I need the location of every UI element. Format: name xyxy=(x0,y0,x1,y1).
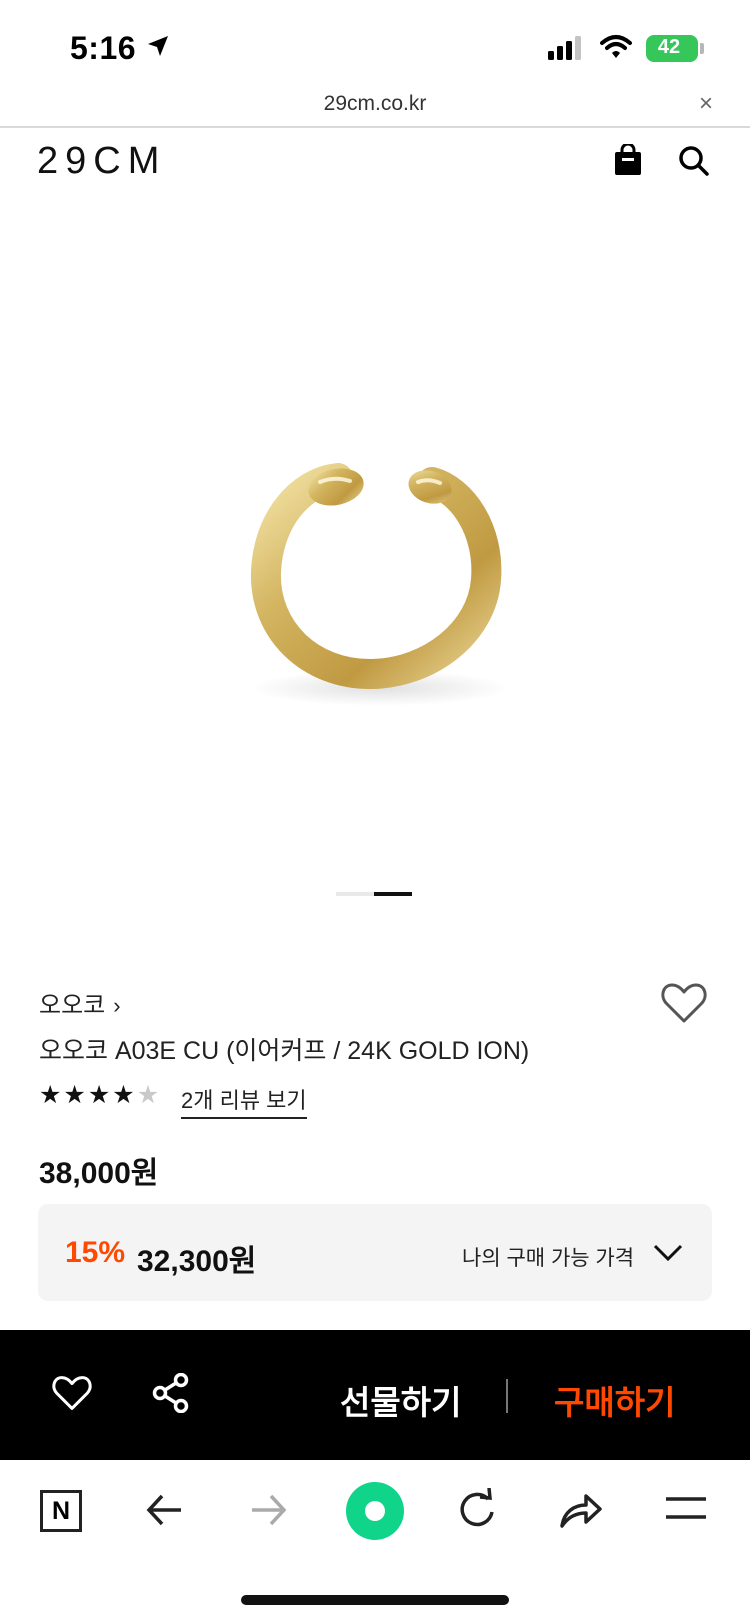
gift-button[interactable]: 선물하기 xyxy=(340,1376,461,1424)
battery-indicator: 42 xyxy=(646,35,704,62)
product-title: 오오코 A03E CU (이어커프 / 24K GOLD ION) xyxy=(39,1037,530,1065)
share-arrow-icon[interactable] xyxy=(558,1490,604,1535)
purchase-action-bar: 선물하기 구매하기 xyxy=(0,1330,750,1460)
back-arrow-icon[interactable] xyxy=(145,1490,185,1535)
home-indicator[interactable] xyxy=(241,1595,509,1605)
location-arrow-icon xyxy=(146,34,170,63)
naver-n-icon[interactable]: N xyxy=(40,1490,82,1532)
chevron-right-icon: › xyxy=(113,993,121,1018)
url-text[interactable]: 29cm.co.kr xyxy=(0,92,750,116)
close-icon[interactable]: × xyxy=(699,90,713,118)
discount-percent: 15% xyxy=(65,1236,126,1269)
reload-icon[interactable] xyxy=(456,1487,500,1537)
wifi-icon xyxy=(600,34,632,65)
status-time: 5:16 xyxy=(70,30,137,66)
star-icon: ★ xyxy=(87,1081,111,1109)
star-icon: ★ xyxy=(112,1081,135,1109)
brand-link[interactable]: 오오코 › xyxy=(39,985,121,1020)
url-bar-divider xyxy=(0,126,750,128)
star-icon: ★ xyxy=(39,1081,62,1109)
menu-icon[interactable] xyxy=(664,1495,708,1526)
rating-stars: ★ ★ ★ ★ ★ xyxy=(39,1081,159,1109)
browser-url-bar: 29cm.co.kr × xyxy=(0,86,750,126)
original-price: 38,000원 xyxy=(39,1157,159,1190)
battery-percent: 42 xyxy=(657,36,681,58)
chevron-down-icon xyxy=(653,1244,683,1267)
star-empty-icon: ★ xyxy=(136,1081,160,1109)
brand-name: 오오코 xyxy=(39,992,106,1019)
shopping-bag-icon[interactable] xyxy=(614,142,642,181)
review-link[interactable]: 2개 리뷰 보기 xyxy=(181,1083,307,1119)
search-icon[interactable] xyxy=(678,145,710,182)
share-icon[interactable] xyxy=(152,1372,190,1418)
wishlist-heart-icon[interactable] xyxy=(661,982,707,1029)
my-price-box[interactable]: 15% 32,300원 나의 구매 가능 가격 xyxy=(38,1204,712,1301)
discount-price: 32,300원 xyxy=(137,1245,257,1278)
naver-green-dot-icon[interactable] xyxy=(346,1482,404,1540)
heart-icon[interactable] xyxy=(52,1375,92,1416)
status-bar: 5:16 42 xyxy=(0,0,750,92)
product-image[interactable] xyxy=(0,200,750,880)
forward-arrow-icon[interactable] xyxy=(248,1490,288,1535)
buy-button[interactable]: 구매하기 xyxy=(554,1376,675,1424)
image-indicator-2[interactable] xyxy=(374,892,412,896)
cellular-signal-icon xyxy=(548,36,584,65)
action-divider xyxy=(506,1379,508,1413)
image-indicator-1[interactable] xyxy=(336,892,374,896)
battery-cap xyxy=(700,43,704,54)
star-icon: ★ xyxy=(63,1081,86,1109)
site-logo[interactable]: 29CM xyxy=(37,140,166,183)
green-dot-center xyxy=(365,1501,385,1521)
my-price-label: 나의 구매 가능 가격 xyxy=(462,1247,635,1270)
